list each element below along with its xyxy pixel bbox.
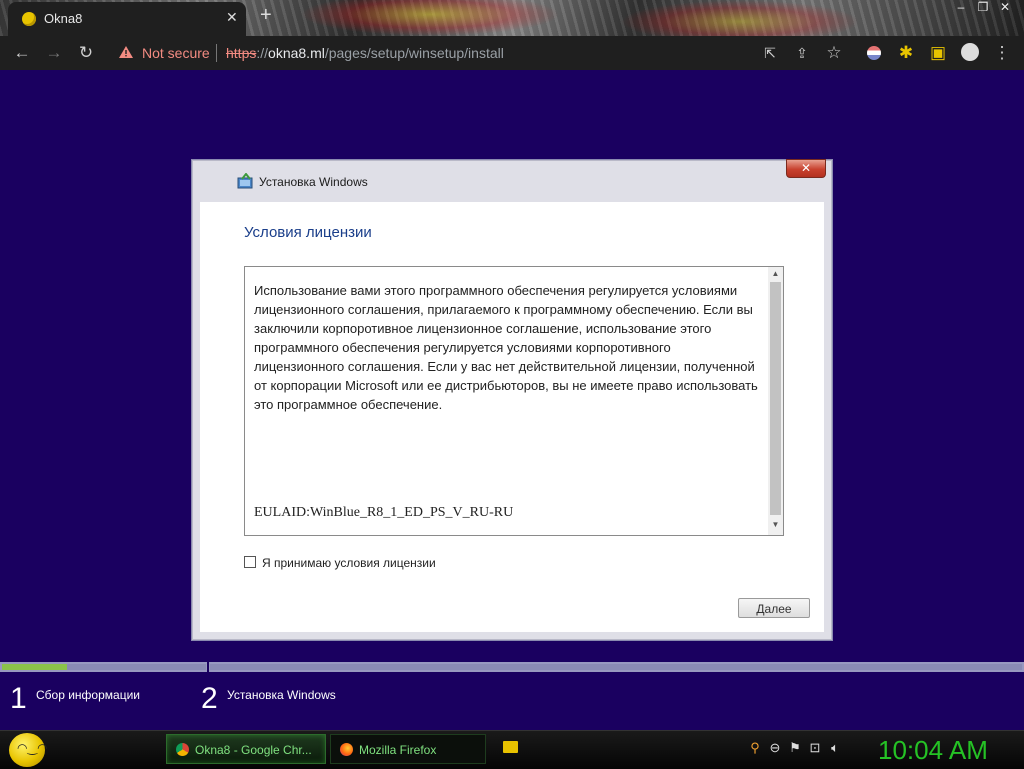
- close-window-icon[interactable]: ✕: [994, 0, 1016, 14]
- minus-circle-icon[interactable]: ⊖: [765, 740, 785, 756]
- url-host: okna8.ml: [268, 45, 325, 61]
- checkbox-box[interactable]: [244, 556, 256, 568]
- dialog-body: Условия лицензии Использование вами этог…: [200, 202, 824, 632]
- next-button[interactable]: Далее: [738, 598, 810, 618]
- progress-divider: [207, 662, 209, 672]
- taskbar-clock[interactable]: 10:04 AM: [878, 735, 988, 766]
- url-separator: ://: [256, 45, 269, 61]
- url-path: /pages/setup/winsetup/install: [324, 45, 504, 61]
- step-2-track: [210, 664, 1022, 670]
- tab-title: Okna8: [44, 11, 83, 26]
- scroll-thumb[interactable]: [770, 282, 781, 515]
- start-smiley-icon[interactable]: ◠‿◠: [9, 733, 48, 767]
- forward-arrow-icon[interactable]: →: [42, 41, 66, 65]
- back-arrow-icon[interactable]: ←: [10, 41, 34, 65]
- dialog-title: Установка Windows: [259, 175, 368, 189]
- network-icon[interactable]: ⊡: [805, 740, 825, 756]
- accept-license-label: Я принимаю условия лицензии: [262, 556, 436, 570]
- translate-extension-icon[interactable]: [862, 41, 886, 65]
- menu-kebab-icon[interactable]: ⋮: [990, 41, 1014, 65]
- license-textbox[interactable]: Использование вами этого программного об…: [244, 266, 784, 536]
- url-scheme: https: [226, 45, 257, 61]
- system-tray: ⚲ ⊖ ⚑ ⊡ 🔈︎: [745, 739, 845, 757]
- extensions-puzzle-icon[interactable]: ✱: [894, 41, 918, 65]
- step-label: Установка Windows: [227, 688, 336, 702]
- share-icon[interactable]: ⇪: [790, 41, 814, 65]
- taskbar-item-label: Okna8 - Google Chr...: [195, 743, 312, 757]
- browser-titlebar: Okna8 ✕ + – ❐ ✕: [0, 0, 1024, 36]
- scroll-up-icon[interactable]: ▲: [768, 269, 783, 278]
- smiley-face: ◠‿◠: [17, 741, 48, 755]
- taskbar-item-label: Mozilla Firefox: [359, 743, 437, 757]
- browser-toolbar: ← → ↻ Not secure https://okna8.ml/pages/…: [0, 36, 1024, 70]
- page-heading: Условия лицензии: [244, 224, 372, 241]
- flag-icon[interactable]: ⚑: [785, 740, 805, 756]
- profile-avatar-icon[interactable]: [958, 41, 982, 65]
- folder-icon[interactable]: [503, 741, 518, 753]
- minimize-icon[interactable]: –: [950, 0, 972, 14]
- wallpaper-decoration: [300, 0, 560, 36]
- open-external-icon[interactable]: ⇱: [758, 41, 782, 65]
- address-bar[interactable]: Not secure https://okna8.ml/pages/setup/…: [110, 39, 856, 67]
- dialog-close-button[interactable]: ✕: [786, 159, 826, 178]
- wallpaper-decoration: [620, 0, 860, 36]
- smiley-favicon-icon: [22, 12, 36, 26]
- step-1-progress-fill: [2, 664, 67, 670]
- taskbar-item-firefox[interactable]: Mozilla Firefox: [330, 734, 486, 764]
- maximize-icon[interactable]: ❐: [972, 0, 994, 14]
- license-scrollbar[interactable]: ▲ ▼: [768, 267, 783, 535]
- address-divider: [216, 44, 217, 62]
- url-text[interactable]: https://okna8.ml/pages/setup/winsetup/in…: [226, 45, 504, 61]
- taskbar: ◠‿◠ Okna8 - Google Chr... Mozilla Firefo…: [0, 730, 1024, 769]
- setup-dialog: ✕ Установка Windows Условия лицензии Исп…: [192, 159, 832, 640]
- browser-tab[interactable]: Okna8 ✕: [8, 2, 246, 36]
- scroll-down-icon[interactable]: ▼: [768, 520, 783, 529]
- search-icon[interactable]: ⚲: [745, 740, 765, 756]
- not-secure-label[interactable]: Not secure: [142, 45, 210, 61]
- chrome-icon: [176, 743, 189, 756]
- step-label: Сбор информации: [36, 688, 140, 702]
- reload-icon[interactable]: ↻: [74, 41, 98, 65]
- volume-icon[interactable]: 🔈︎: [825, 740, 845, 756]
- setup-page: ✕ Установка Windows Условия лицензии Исп…: [0, 70, 1024, 730]
- firefox-icon: [340, 743, 353, 756]
- tab-close-icon[interactable]: ✕: [226, 9, 238, 26]
- new-tab-button[interactable]: +: [260, 4, 272, 27]
- eula-id: EULAID:WinBlue_R8_1_ED_PS_V_RU-RU: [254, 505, 514, 520]
- warning-triangle-icon: [119, 46, 133, 58]
- license-text: Использование вами этого программного об…: [254, 283, 758, 412]
- setup-progress-bar: [0, 662, 1024, 672]
- windows-setup-icon: [237, 173, 253, 189]
- bookmark-star-icon[interactable]: ☆: [822, 41, 846, 65]
- step-number: 1: [10, 682, 27, 715]
- taskbar-item-chrome[interactable]: Okna8 - Google Chr...: [166, 734, 326, 764]
- accept-license-checkbox[interactable]: Я принимаю условия лицензии: [244, 556, 436, 570]
- window-controls: – ❐ ✕: [950, 0, 1016, 14]
- step-number: 2: [201, 682, 218, 715]
- side-panel-icon[interactable]: ▣: [926, 41, 950, 65]
